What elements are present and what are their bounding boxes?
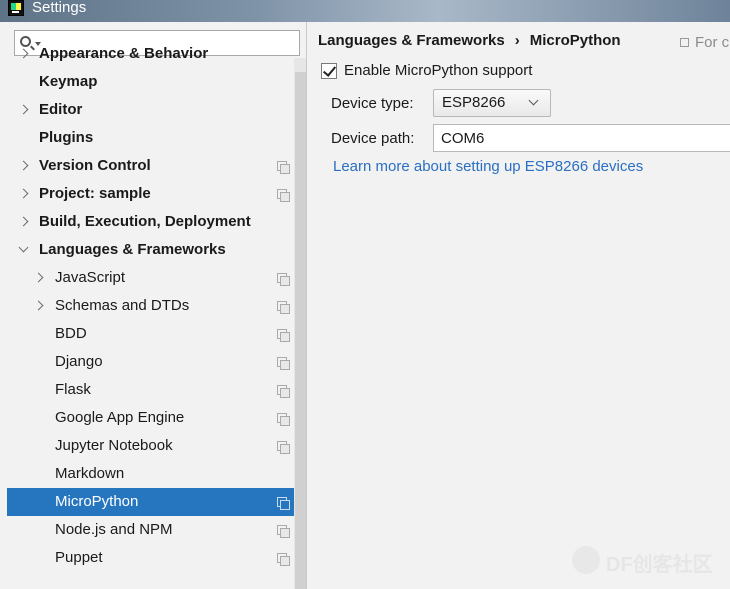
sidebar-item-label: JavaScript xyxy=(55,269,126,286)
project-scope-icon xyxy=(277,497,290,510)
for-current-project-note: For c xyxy=(680,34,729,51)
project-scope-icon xyxy=(277,357,290,370)
sidebar-item-node-js-and-npm[interactable]: Node.js and NPM xyxy=(7,516,306,544)
sidebar-item-label: Build, Execution, Deployment xyxy=(39,213,251,230)
breadcrumb-separator-icon: › xyxy=(514,32,520,49)
sidebar-item-label: Flask xyxy=(55,381,91,398)
sidebar-item-label: BDD xyxy=(55,325,87,342)
chevron-right-icon[interactable] xyxy=(33,300,44,311)
project-scope-icon xyxy=(277,189,290,202)
chevron-right-icon[interactable] xyxy=(18,188,29,199)
settings-content-panel: Languages & Frameworks › MicroPython For c… xyxy=(308,22,730,589)
window-title-bar: Settings xyxy=(0,0,730,22)
sidebar-item-micropython[interactable]: MicroPython xyxy=(7,488,306,516)
sidebar-item-jupyter-notebook[interactable]: Jupyter Notebook xyxy=(7,432,306,460)
learn-more-link[interactable]: Learn more about setting up ESP8266 devi… xyxy=(333,158,643,175)
sidebar-item-keymap[interactable]: Keymap xyxy=(7,68,306,96)
breadcrumb: Languages & Frameworks › MicroPython xyxy=(318,32,621,52)
sidebar-item-label: Version Control xyxy=(39,157,151,174)
device-type-value: ESP8266 xyxy=(442,94,506,111)
device-type-select[interactable]: ESP8266 xyxy=(433,89,551,117)
window-title: Settings xyxy=(32,0,87,16)
chevron-right-icon[interactable] xyxy=(33,272,44,283)
project-scope-icon xyxy=(277,161,290,174)
sidebar-item-django[interactable]: Django xyxy=(7,348,306,376)
sidebar-item-label: Node.js and NPM xyxy=(55,521,173,538)
chevron-right-icon[interactable] xyxy=(18,48,29,59)
sidebar-item-bdd[interactable]: BDD xyxy=(7,320,306,348)
sidebar-item-plugins[interactable]: Plugins xyxy=(7,124,306,152)
breadcrumb-parent[interactable]: Languages & Frameworks xyxy=(318,32,505,49)
watermark-icon xyxy=(572,546,600,574)
sidebar-item-editor[interactable]: Editor xyxy=(7,96,306,124)
sidebar-item-label: Jupyter Notebook xyxy=(55,437,173,454)
for-current-project-text: For c xyxy=(695,34,730,51)
chevron-right-icon[interactable] xyxy=(18,216,29,227)
sidebar-item-schemas-and-dtds[interactable]: Schemas and DTDs xyxy=(7,292,306,320)
chevron-down-icon xyxy=(528,95,539,106)
project-scope-icon xyxy=(680,38,689,47)
sidebar-item-label: Project: sample xyxy=(39,185,151,202)
project-scope-icon xyxy=(277,329,290,342)
sidebar-item-languages-frameworks[interactable]: Languages & Frameworks xyxy=(7,236,306,264)
project-scope-icon xyxy=(277,525,290,538)
sidebar-item-label: Schemas and DTDs xyxy=(55,297,190,314)
settings-sidebar: Appearance & Behavior Keymap Editor Plugins… xyxy=(7,22,307,589)
device-type-label: Device type: xyxy=(331,95,414,112)
sidebar-item-label: Markdown xyxy=(55,465,125,482)
sidebar-item-label: Appearance & Behavior xyxy=(39,45,209,62)
sidebar-item-label: MicroPython xyxy=(55,493,139,510)
sidebar-item-label: Plugins xyxy=(39,129,94,146)
sidebar-item-label: Languages & Frameworks xyxy=(39,241,226,258)
sidebar-item-label: Google App Engine xyxy=(55,409,185,426)
sidebar-item-label: Django xyxy=(55,353,103,370)
sidebar-item-appearance-behavior[interactable]: Appearance & Behavior xyxy=(7,40,306,68)
sidebar-item-google-app-engine[interactable]: Google App Engine xyxy=(7,404,306,432)
pycharm-app-icon xyxy=(8,0,24,16)
sidebar-item-project-sample[interactable]: Project: sample xyxy=(7,180,306,208)
chevron-right-icon[interactable] xyxy=(18,104,29,115)
project-scope-icon xyxy=(277,553,290,566)
sidebar-item-label: Editor xyxy=(39,101,83,118)
sidebar-item-markdown[interactable]: Markdown xyxy=(7,460,306,488)
sidebar-item-flask[interactable]: Flask xyxy=(7,376,306,404)
chevron-down-icon[interactable] xyxy=(18,242,29,253)
device-path-label: Device path: xyxy=(331,130,415,147)
project-scope-icon xyxy=(277,413,290,426)
sidebar-item-label: Keymap xyxy=(39,73,98,90)
watermark-text: DF创客社区 xyxy=(606,554,713,576)
device-path-input[interactable] xyxy=(433,124,730,152)
enable-micropython-label[interactable]: Enable MicroPython support xyxy=(344,62,532,79)
sidebar-item-build-execution-deployment[interactable]: Build, Execution, Deployment xyxy=(7,208,306,236)
sidebar-scrollbar-thumb[interactable] xyxy=(295,72,306,589)
sidebar-item-puppet[interactable]: Puppet xyxy=(7,544,306,572)
chevron-right-icon[interactable] xyxy=(18,160,29,171)
sidebar-item-label: Puppet xyxy=(55,549,103,566)
project-scope-icon xyxy=(277,385,290,398)
project-scope-icon xyxy=(277,301,290,314)
enable-micropython-checkbox[interactable] xyxy=(321,63,337,79)
sidebar-item-javascript[interactable]: JavaScript xyxy=(7,264,306,292)
sidebar-item-version-control[interactable]: Version Control xyxy=(7,152,306,180)
project-scope-icon xyxy=(277,273,290,286)
project-scope-icon xyxy=(277,441,290,454)
breadcrumb-current: MicroPython xyxy=(529,32,621,49)
